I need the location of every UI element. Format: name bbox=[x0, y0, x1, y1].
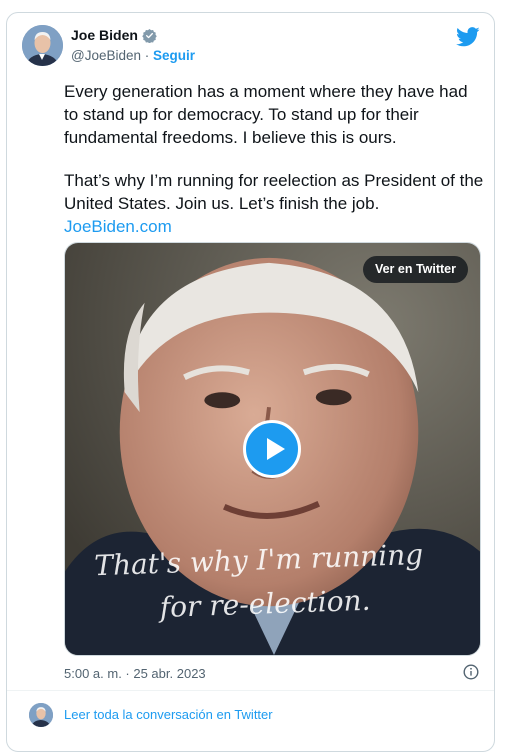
author-handle[interactable]: @JoeBiden bbox=[71, 48, 141, 63]
handle-row: @JoeBiden · Seguir bbox=[71, 48, 195, 63]
play-icon[interactable] bbox=[243, 420, 301, 478]
tweet-paragraph-1: Every generation has a moment where they… bbox=[64, 82, 468, 147]
author-name[interactable]: Joe Biden bbox=[71, 27, 138, 43]
tweet-timestamp[interactable]: 5:00 a. m. · 25 abr. 2023 bbox=[64, 666, 206, 681]
avatar-portrait bbox=[22, 25, 63, 66]
tweet-paragraph-2: That’s why I’m running for reelection as… bbox=[64, 169, 484, 238]
follow-button[interactable]: Seguir bbox=[153, 48, 195, 63]
read-conversation-link[interactable]: Leer toda la conversación en Twitter bbox=[64, 707, 273, 722]
tweet-text: Every generation has a moment where they… bbox=[64, 80, 484, 238]
tweet-paragraph-2-text: That’s why I’m running for reelection as… bbox=[64, 171, 484, 213]
info-icon[interactable] bbox=[463, 664, 479, 680]
caption-line-1: That's why I'm running bbox=[93, 537, 424, 583]
twitter-bird-icon[interactable] bbox=[456, 27, 480, 47]
view-on-twitter-button[interactable]: Ver en Twitter bbox=[362, 256, 468, 283]
tweet-card: Joe Biden @JoeBiden · Seguir Every gener… bbox=[6, 12, 495, 752]
footer-avatar-portrait bbox=[29, 703, 53, 727]
website-link[interactable]: JoeBiden.com bbox=[64, 217, 172, 236]
separator-dot: · bbox=[144, 48, 150, 63]
footer-divider bbox=[7, 690, 494, 691]
video-caption: That's why I'm running for re-election. bbox=[94, 532, 457, 633]
footer-avatar[interactable] bbox=[29, 703, 53, 727]
verified-badge-icon bbox=[142, 28, 157, 43]
video-player[interactable]: Ver en Twitter That's why I'm running fo… bbox=[64, 242, 481, 656]
author-avatar[interactable] bbox=[22, 25, 63, 66]
